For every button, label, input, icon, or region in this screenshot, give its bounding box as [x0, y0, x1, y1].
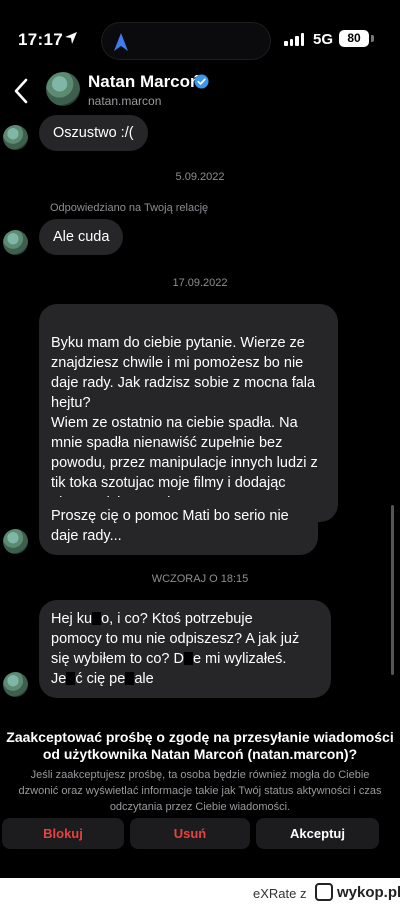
message-text: Ale cuda — [53, 229, 110, 245]
signal-icon — [284, 33, 304, 46]
date-separator: WCZORAJ O 18:15 — [151, 573, 249, 585]
message-bubble[interactable]: Proszę cię o pomoc Mati bo serio nie daj… — [39, 497, 318, 555]
avatar[interactable] — [3, 672, 28, 697]
redaction-block — [66, 672, 76, 685]
message-text-part: się wybiłem to co? D — [51, 651, 184, 667]
footer-credit: eXRate z — [253, 886, 307, 901]
request-description: Jeśli zaakceptujesz prośbę, ta osoba będ… — [18, 769, 382, 813]
header-avatar[interactable] — [46, 72, 80, 106]
message-text-part: Hej ku — [51, 611, 93, 627]
scrollbar[interactable] — [391, 505, 394, 675]
date-separator: 5.09.2022 — [175, 171, 225, 183]
wykop-logo-text: wykop.pl — [337, 884, 400, 901]
message-bubble[interactable]: Hej ku o, i co? Ktoś potrzebuje pomocy to… — [39, 600, 331, 698]
delete-button[interactable]: Usuń — [130, 818, 250, 849]
accept-button[interactable]: Akceptuj — [256, 818, 379, 849]
request-title: Zaakceptować prośbę o zgodę na przesyłan… — [6, 729, 394, 762]
message-text: Proszę cię o pomoc Mati bo serio nie daj… — [51, 508, 289, 544]
message-bubble[interactable]: Byku mam do ciebie pytanie. Wierze ze zn… — [39, 304, 338, 522]
avatar[interactable] — [3, 529, 28, 554]
status-time: 17:17 — [18, 30, 63, 49]
block-button[interactable]: Blokuj — [2, 818, 124, 849]
chat-header: Natan Marcoń natan.marcon — [0, 70, 400, 115]
verified-badge-icon — [194, 74, 209, 89]
message-text-part: o, i co? Ktoś potrzebuje — [101, 611, 253, 627]
redaction-block — [92, 612, 102, 625]
date-separator: 17.09.2022 — [172, 277, 228, 289]
redaction-block — [183, 652, 193, 665]
story-reply-note: Odpowiedziano na Twoją relację — [50, 202, 209, 214]
status-bar: 17:17 5G 80 — [0, 0, 400, 70]
message-bubble[interactable]: Oszustwo :/( — [39, 115, 148, 151]
wykop-logo-icon: wykop.pl — [315, 883, 400, 903]
footer-watermark: eXRate z wykop.pl — [0, 878, 400, 908]
message-text-part: ć cię pe — [75, 671, 126, 687]
message-text-part: e mi wylizałeś. — [192, 651, 287, 667]
avatar[interactable] — [3, 230, 28, 255]
navigation-icon — [114, 33, 128, 51]
battery-tip — [371, 35, 374, 42]
message-bubble[interactable]: Ale cuda — [39, 219, 124, 255]
message-text: Oszustwo :/( — [53, 125, 134, 141]
wykop-logo-mark — [315, 883, 333, 901]
battery-icon: 80 — [339, 30, 369, 47]
back-chevron-icon[interactable] — [10, 74, 32, 108]
location-arrow-icon — [65, 32, 77, 44]
message-text-part: pomocy to mu nie odpiszesz? A jak już — [51, 631, 300, 647]
message-text-part: ale — [134, 671, 154, 687]
message-text: Byku mam do ciebie pytanie. Wierze ze zn… — [51, 335, 318, 511]
dynamic-island[interactable] — [101, 22, 271, 60]
network-type: 5G — [313, 31, 334, 48]
redaction-block — [125, 672, 135, 685]
contact-name[interactable]: Natan Marcoń — [88, 72, 200, 92]
message-text-part: Je — [51, 671, 67, 687]
avatar[interactable] — [3, 125, 28, 150]
contact-username: natan.marcon — [88, 94, 162, 108]
